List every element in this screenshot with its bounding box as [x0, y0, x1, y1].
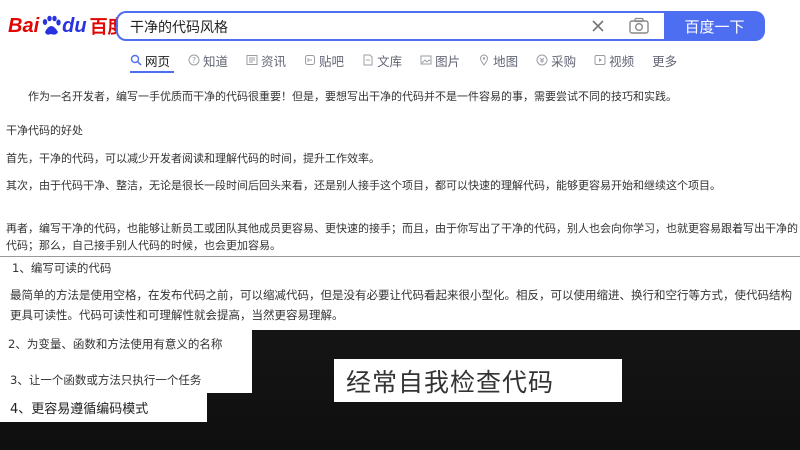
list-item-2: 2、为变量、函数和方法使用有意义的名称 [8, 337, 223, 351]
search-tabs: 网页? 知道 资讯 贴吧 文库 图片 地图 采购 视频 更多 [130, 50, 695, 70]
tab-purchase[interactable]: 采购 [536, 50, 576, 70]
tab-label: 知道 [203, 53, 229, 69]
map-pin-icon [478, 54, 490, 66]
tab-label: 图片 [435, 53, 461, 69]
tab-news[interactable]: 资讯 [246, 50, 286, 70]
tab-search[interactable]: 网页 [130, 50, 170, 70]
paw-icon [40, 15, 62, 37]
tab-label: 采购 [551, 53, 577, 69]
tab-document[interactable]: 文库 [362, 50, 402, 70]
paragraph-second: 其次，由于代码干净、整洁，无论是很长一段时间后回头来看，还是别人接手这个项目，都… [6, 179, 721, 192]
play-icon [594, 54, 606, 66]
search-button[interactable]: 百度一下 [664, 11, 765, 41]
tab-label: 资讯 [261, 53, 287, 69]
tab-play[interactable]: 视频 [594, 50, 634, 70]
logo-text-du: du [62, 14, 87, 37]
section-heading: 干净代码的好处 [6, 124, 83, 137]
baidu-logo[interactable]: Bai du 百度 [8, 12, 126, 40]
list-item-1: 1、编写可读的代码 [12, 261, 112, 275]
paragraph-third: 再者，编写干净的代码，也能够让新员工或团队其他成员更容易、更快速的接手；而且，由… [6, 222, 798, 252]
list-item-1-description: 最简单的方法是使用空格，在发布代码之前，可以缩减代码，但是没有必要让代码看起来很… [10, 288, 792, 322]
tab-label: 贴吧 [319, 53, 345, 69]
svg-text:?: ? [192, 56, 196, 65]
search-icon [130, 54, 142, 66]
tab-label: 文库 [377, 53, 403, 69]
tieba-icon [304, 54, 316, 66]
search-query[interactable]: 干净的代码风格 [130, 17, 228, 37]
tab-question[interactable]: ? 知道 [188, 50, 228, 70]
divider [0, 256, 800, 257]
tab-map-pin[interactable]: 地图 [478, 50, 518, 70]
tab-tieba[interactable]: 贴吧 [304, 50, 344, 70]
header: Bai du 百度 干净的代码风格 百度一下 网页? 知道 资讯 贴吧 文库 图片 [0, 0, 800, 74]
tab-label: 网页 [145, 53, 171, 69]
list-item-3: 3、让一个函数或方法只执行一个任务 [10, 373, 202, 387]
logo-text-bai: Bai [8, 14, 40, 37]
purchase-icon [536, 54, 548, 66]
news-icon [246, 54, 258, 66]
search-input[interactable]: 干净的代码风格 [116, 11, 664, 41]
intro-paragraph: 作为一名开发者，编写一手优质而干净的代码很重要！但是，要想写出干净的代码并不是一… [28, 90, 677, 103]
caption-text: 经常自我检查代码 [346, 368, 555, 397]
camera-icon[interactable] [628, 16, 650, 36]
tab-label: 地图 [493, 53, 519, 69]
tab-image[interactable]: 图片 [420, 50, 460, 70]
tab-more[interactable]: 更多 [652, 50, 677, 70]
list-item-4: 4、更容易遵循编码模式 [10, 402, 149, 417]
document-icon [362, 54, 374, 66]
tab-label: 更多 [652, 53, 678, 69]
image-icon [420, 54, 432, 66]
paragraph-first: 首先，干净的代码，可以减少开发者阅读和理解代码的时间，提升工作效率。 [6, 152, 380, 165]
clear-icon[interactable] [588, 16, 608, 36]
active-tab-indicator [130, 71, 174, 73]
question-icon: ? [188, 54, 200, 66]
tab-label: 视频 [609, 53, 635, 69]
